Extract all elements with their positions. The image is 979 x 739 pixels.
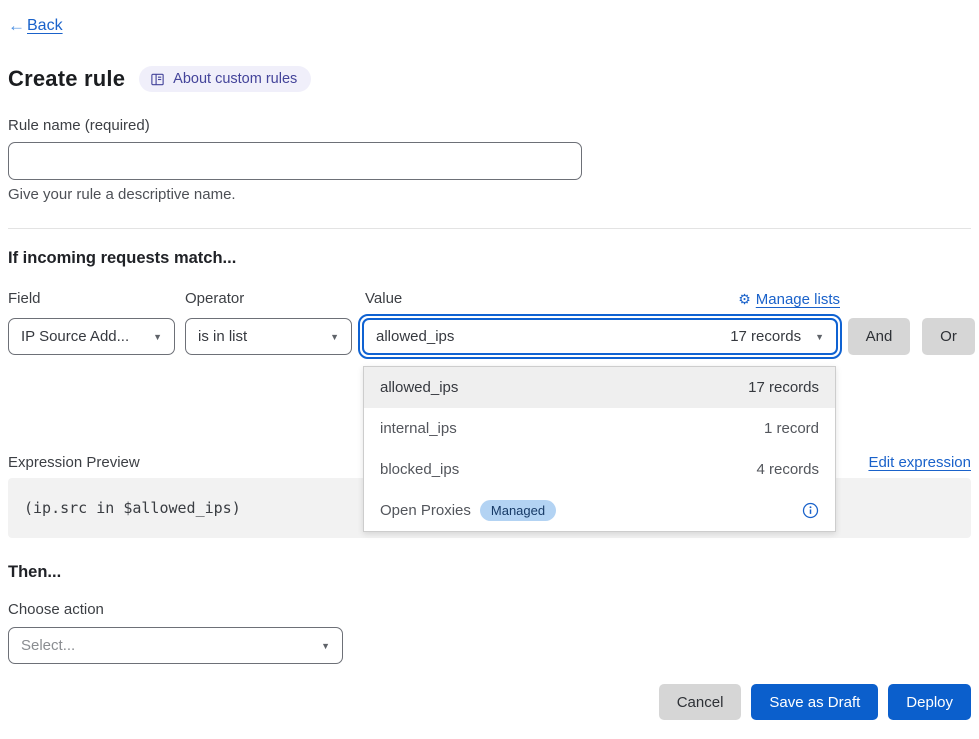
field-column-label: Field — [8, 290, 41, 307]
title-row: Create rule About custom rules — [8, 66, 311, 92]
back-arrow-icon: ← — [8, 16, 25, 36]
choose-action-label: Choose action — [8, 601, 104, 618]
dropdown-item-open-proxies[interactable]: Open Proxies Managed — [364, 490, 835, 531]
expression-code: (ip.src in $allowed_ips) — [24, 499, 241, 517]
list-name: Open Proxies — [380, 502, 471, 519]
manage-lists-label: Manage lists — [756, 291, 840, 308]
deploy-button[interactable]: Deploy — [888, 684, 971, 720]
cancel-button[interactable]: Cancel — [659, 684, 742, 720]
dropdown-item-allowed-ips[interactable]: allowed_ips 17 records — [364, 367, 835, 408]
chevron-down-icon: ▼ — [145, 332, 162, 342]
gear-icon: ⚙ — [738, 291, 751, 308]
then-section-heading: Then... — [8, 563, 61, 582]
rule-name-label: Rule name (required) — [8, 117, 150, 134]
list-name: internal_ips — [380, 420, 457, 437]
create-rule-page: ← Back Create rule About custom rules Ru… — [0, 0, 979, 739]
value-select-focus-ring: allowed_ips 17 records ▼ — [358, 314, 842, 359]
back-link-label: Back — [27, 17, 63, 35]
rule-name-input[interactable] — [8, 142, 582, 180]
info-icon[interactable] — [802, 502, 819, 519]
value-dropdown-menu: allowed_ips 17 records internal_ips 1 re… — [363, 366, 836, 532]
edit-expression-link[interactable]: Edit expression — [868, 454, 971, 471]
rule-name-helper-text: Give your rule a descriptive name. — [8, 186, 236, 203]
managed-badge: Managed — [480, 500, 556, 521]
chevron-down-icon: ▼ — [322, 332, 339, 342]
expression-preview-label: Expression Preview — [8, 454, 140, 471]
list-name: blocked_ips — [380, 461, 459, 478]
operator-select[interactable]: is in list ▼ — [185, 318, 352, 355]
operator-select-value: is in list — [198, 328, 247, 345]
chevron-down-icon: ▼ — [801, 332, 824, 342]
page-title: Create rule — [8, 66, 125, 92]
about-custom-rules-link[interactable]: About custom rules — [139, 66, 311, 92]
value-column-label: Value — [365, 290, 402, 307]
list-name: allowed_ips — [380, 379, 458, 396]
section-divider — [8, 228, 971, 229]
list-record-count: 4 records — [756, 461, 819, 478]
operator-column-label: Operator — [185, 290, 244, 307]
book-icon — [150, 72, 165, 87]
dropdown-item-internal-ips[interactable]: internal_ips 1 record — [364, 408, 835, 449]
action-select-placeholder: Select... — [21, 637, 75, 654]
value-select[interactable]: allowed_ips 17 records ▼ — [362, 318, 838, 355]
save-as-draft-button[interactable]: Save as Draft — [751, 684, 878, 720]
and-button[interactable]: And — [848, 318, 910, 355]
value-select-record-count: 17 records — [730, 328, 801, 345]
manage-lists-link[interactable]: ⚙ Manage lists — [738, 291, 840, 308]
value-select-value: allowed_ips — [376, 328, 454, 345]
back-link[interactable]: ← Back — [8, 16, 63, 36]
about-badge-label: About custom rules — [173, 71, 297, 87]
list-record-count: 17 records — [748, 379, 819, 396]
action-select[interactable]: Select... ▼ — [8, 627, 343, 664]
field-select[interactable]: IP Source Add... ▼ — [8, 318, 175, 355]
or-button[interactable]: Or — [922, 318, 975, 355]
match-section-heading: If incoming requests match... — [8, 249, 236, 268]
field-select-value: IP Source Add... — [21, 328, 129, 345]
list-record-count: 1 record — [764, 420, 819, 437]
chevron-down-icon: ▼ — [313, 641, 330, 651]
footer-actions: Cancel Save as Draft Deploy — [659, 684, 971, 720]
dropdown-item-blocked-ips[interactable]: blocked_ips 4 records — [364, 449, 835, 490]
